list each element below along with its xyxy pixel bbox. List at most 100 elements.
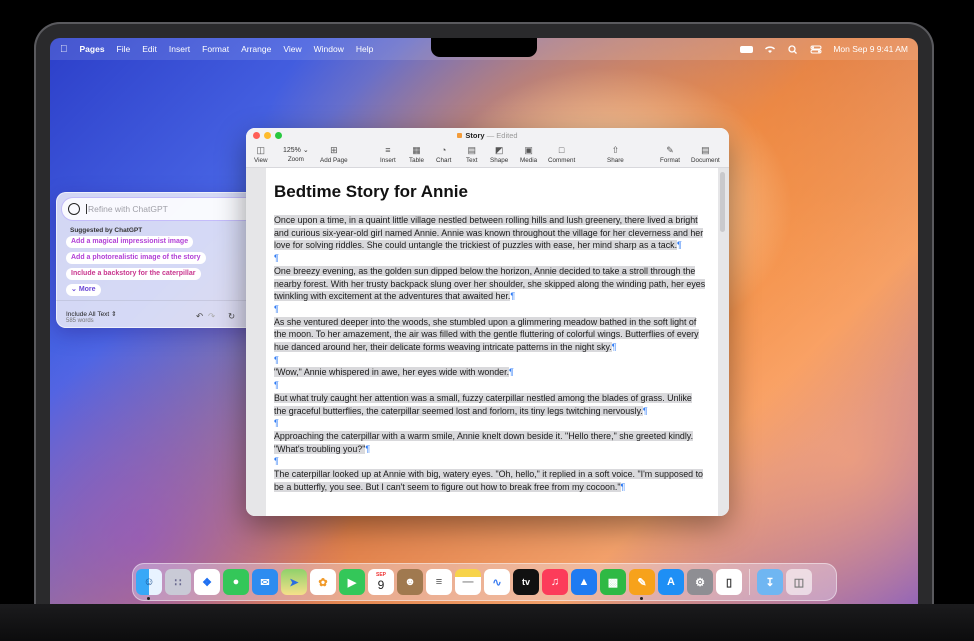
add-page-button[interactable]: ⊞ Add Page	[320, 145, 348, 164]
menu-window[interactable]: Window	[314, 44, 344, 54]
vertical-scrollbar[interactable]	[720, 172, 725, 232]
dock-contacts[interactable]: ☻	[397, 569, 423, 595]
menu-view[interactable]: View	[283, 44, 301, 54]
empty-paragraph[interactable]: ¶	[274, 303, 706, 316]
more-button[interactable]: ⌄ More	[66, 284, 101, 296]
dock-mail[interactable]: ✉	[252, 569, 278, 595]
table-button[interactable]: ▦ Table	[409, 145, 424, 164]
suggestion-impressionist-image[interactable]: Add a magical impressionist image	[66, 236, 194, 248]
zoom-value: 125%	[283, 147, 301, 154]
dock-reminders[interactable]: ≡	[426, 569, 452, 595]
paragraph[interactable]: One breezy evening, as the golden sun di…	[274, 265, 706, 303]
dock-music[interactable]: ♫	[542, 569, 568, 595]
keynote-podium-icon: ▲	[578, 576, 590, 588]
chart-button[interactable]: ◔ Chart	[436, 145, 451, 164]
paragraph[interactable]: Once upon a time, in a quaint little vil…	[274, 214, 706, 252]
chatgpt-writing-tools-panel: Refine with ChatGPT Suggested by ChatGPT…	[56, 192, 266, 328]
suggestion-caterpillar-backstory[interactable]: Include a backstory for the caterpillar	[66, 268, 201, 280]
laptop-base	[0, 604, 974, 641]
apple-icon[interactable]: 	[60, 44, 68, 55]
dock-trash[interactable]: ◫	[786, 569, 812, 595]
paragraph[interactable]: The caterpillar looked up at Annie with …	[274, 468, 706, 493]
empty-paragraph[interactable]: ¶	[274, 417, 706, 430]
dock-calendar[interactable]: SEP 9	[368, 569, 394, 595]
dock-safari[interactable]: ❖	[194, 569, 220, 595]
paragraph[interactable]: But what truly caught her attention was …	[274, 392, 706, 417]
refine-placeholder: Refine with ChatGPT	[86, 204, 168, 214]
menu-help[interactable]: Help	[356, 44, 373, 54]
pilcrow: ¶	[274, 253, 279, 264]
dock-freeform[interactable]: ∿	[484, 569, 510, 595]
refine-input[interactable]: Refine with ChatGPT	[62, 198, 260, 220]
window-toolbar: Story — Edited ◫ View 125% ⌄ Zoom ⊞ Add Pag…	[246, 128, 729, 168]
document-title[interactable]: Bedtime Story for Annie	[274, 182, 468, 202]
document-page[interactable]: Bedtime Story for Annie Once upon a time…	[266, 168, 718, 516]
messages-bubble-icon: ●	[232, 576, 240, 588]
document-canvas[interactable]: Bedtime Story for Annie Once upon a time…	[246, 168, 729, 516]
chart-icon: ◔	[440, 145, 447, 155]
menu-edit[interactable]: Edit	[142, 44, 157, 54]
table-icon: ▦	[412, 145, 421, 155]
document-body[interactable]: Once upon a time, in a quaint little vil…	[274, 214, 706, 493]
comment-button[interactable]: □ Comment	[548, 145, 575, 164]
empty-paragraph[interactable]: ¶	[274, 354, 706, 367]
view-button[interactable]: ◫ View	[254, 145, 268, 164]
menu-file[interactable]: File	[117, 44, 131, 54]
paragraph[interactable]: As she ventured deeper into the woods, s…	[274, 316, 706, 354]
panel-footer: Include All Text ⇕ 585 words ↶ ↷ ↻ ⊕	[56, 300, 266, 328]
dock-iphone-mirroring[interactable]: ▯	[716, 569, 742, 595]
text-box-icon: ▤	[467, 145, 477, 155]
suggestion-photorealistic-image[interactable]: Add a photorealistic image of the story	[66, 252, 206, 264]
pilcrow: ¶	[509, 367, 514, 378]
menu-insert[interactable]: Insert	[169, 44, 190, 54]
battery-icon[interactable]	[740, 45, 754, 53]
format-button[interactable]: ✎ Format	[660, 145, 680, 164]
dock-numbers[interactable]: ▩	[600, 569, 626, 595]
menu-arrange[interactable]: Arrange	[241, 44, 271, 54]
text-button[interactable]: ▤ Text	[466, 145, 478, 164]
regenerate-icon[interactable]: ↻	[228, 311, 235, 322]
menu-app-pages[interactable]: Pages	[80, 44, 105, 54]
wifi-icon[interactable]	[764, 45, 776, 54]
dock-photos[interactable]: ✿	[310, 569, 336, 595]
paragraph[interactable]: "Wow," Annie whispered in awe, her eyes …	[274, 366, 706, 379]
dock-notes[interactable]: —	[455, 569, 481, 595]
document-button[interactable]: ▤ Document	[691, 145, 720, 164]
add-page-icon: ⊞	[330, 145, 338, 155]
dock-maps[interactable]: ➤	[281, 569, 307, 595]
zoom-control[interactable]: 125% ⌄ Zoom	[283, 145, 309, 163]
paragraph[interactable]: Approaching the caterpillar with a warm …	[274, 430, 706, 455]
scope-selector[interactable]: Include All Text ⇕	[66, 310, 117, 318]
share-button[interactable]: ⇧ Share	[607, 145, 624, 164]
tv-icon: tv	[521, 577, 530, 587]
dock-keynote[interactable]: ▲	[571, 569, 597, 595]
downloads-folder-icon: ↧	[765, 576, 775, 589]
dock-messages[interactable]: ●	[223, 569, 249, 595]
document-name: Story	[465, 131, 485, 140]
empty-paragraph[interactable]: ¶	[274, 252, 706, 265]
shape-button[interactable]: ◩ Shape	[490, 145, 508, 164]
clock[interactable]: Mon Sep 9 9:41 AM	[833, 44, 908, 54]
search-icon[interactable]	[787, 44, 799, 54]
notes-icon: —	[462, 576, 474, 588]
mail-envelope-icon: ✉	[260, 576, 270, 589]
dock-finder[interactable]: ☺	[136, 569, 162, 600]
dock-app-store[interactable]: A	[658, 569, 684, 595]
control-center-icon[interactable]	[810, 45, 822, 54]
dock-launchpad[interactable]: ∷	[165, 569, 191, 595]
insert-button[interactable]: ≡ Insert	[380, 145, 396, 164]
menu-format[interactable]: Format	[202, 44, 229, 54]
media-button[interactable]: ▣ Media	[520, 145, 537, 164]
dock-tv[interactable]: tv	[513, 569, 539, 595]
empty-paragraph[interactable]: ¶	[274, 379, 706, 392]
dock-pages[interactable]: ✎	[629, 569, 655, 600]
dock-system-settings[interactable]: ⚙	[687, 569, 713, 595]
empty-paragraph[interactable]: ¶	[274, 455, 706, 468]
undo-icon[interactable]: ↶	[196, 311, 203, 322]
document-icon: ▤	[701, 145, 710, 155]
chatgpt-logo-icon	[68, 203, 80, 215]
dock-facetime[interactable]: ▶	[339, 569, 365, 595]
dock-downloads[interactable]: ↧	[757, 569, 783, 595]
music-note-icon: ♫	[550, 576, 560, 588]
redo-icon[interactable]: ↷	[208, 311, 215, 322]
